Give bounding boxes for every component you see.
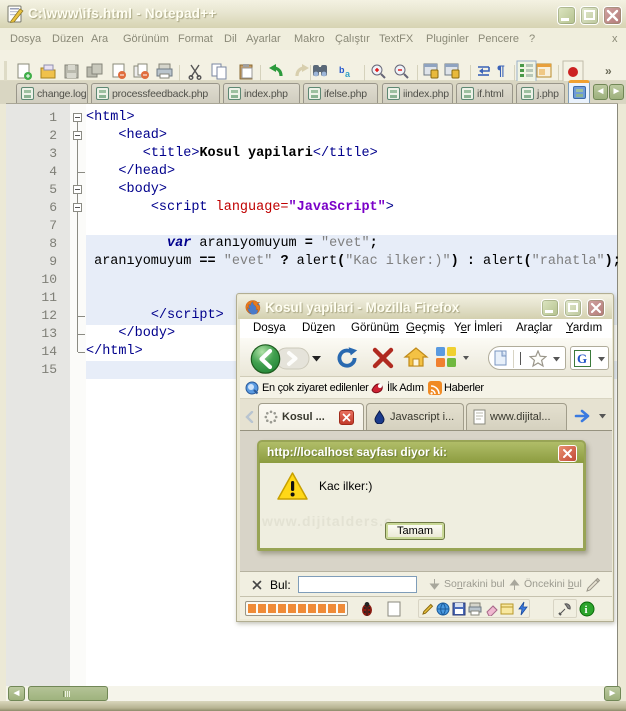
svg-text:i: i <box>585 604 588 616</box>
svg-text:G: G <box>577 351 587 366</box>
svg-text:a: a <box>345 69 351 79</box>
svg-text:»: » <box>605 64 612 78</box>
svg-text:¶: ¶ <box>497 62 505 78</box>
